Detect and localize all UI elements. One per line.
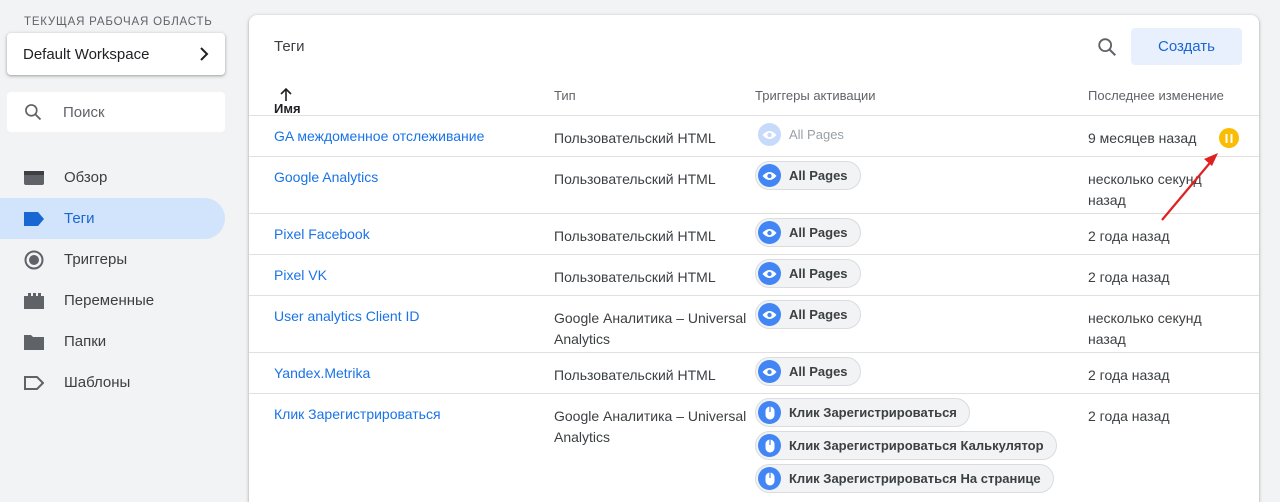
tag-type: Google Аналитика – Universal Analytics xyxy=(554,310,747,347)
trigger-chip-label: Клик Зарегистрироваться На странице xyxy=(789,471,1041,486)
table-row[interactable]: Клик Зарегистрироваться Google Аналитика… xyxy=(249,394,1259,502)
variables-icon xyxy=(24,291,44,311)
tag-name-link[interactable]: Клик Зарегистрироваться xyxy=(274,406,441,422)
tag-type: Google Аналитика – Universal Analytics xyxy=(554,408,747,445)
workspace-label: Текущая рабочая область xyxy=(24,16,213,28)
tag-type: Пользовательский HTML xyxy=(554,130,716,146)
trigger-chip-label: All Pages xyxy=(789,127,844,142)
eye-icon xyxy=(758,262,781,285)
modified-date: 2 года назад xyxy=(1088,367,1170,383)
table-row[interactable]: Yandex.Metrika Пользовательский HTML All… xyxy=(249,353,1259,394)
table-row[interactable]: GA междоменное отслеживание Пользователь… xyxy=(249,116,1259,157)
trigger-chip-label: Клик Зарегистрироваться Калькулятор xyxy=(789,438,1044,453)
sidebar-item-triggers[interactable]: Триггеры xyxy=(0,239,225,280)
sidebar-item-tags[interactable]: Теги xyxy=(0,198,225,239)
trigger-chip[interactable]: All Pages xyxy=(755,300,861,329)
modified-date: 2 года назад xyxy=(1088,269,1170,285)
sidebar-item-label: Обзор xyxy=(64,169,108,186)
sidebar-item-templates[interactable]: Шаблоны xyxy=(0,362,225,403)
eye-icon xyxy=(758,303,781,326)
tag-name-link[interactable]: Pixel VK xyxy=(274,267,327,283)
modified-date: несколько секунд назад xyxy=(1088,310,1202,347)
trigger-chip[interactable]: All Pages xyxy=(755,357,861,386)
sidebar-item-label: Теги xyxy=(64,210,95,227)
sidebar-item-folders[interactable]: Папки xyxy=(0,321,225,362)
modified-date: 2 года назад xyxy=(1088,228,1170,244)
sort-arrow-up-icon xyxy=(280,88,292,101)
trigger-chip[interactable]: Клик Зарегистрироваться На странице xyxy=(755,464,1054,493)
search-icon xyxy=(25,104,42,121)
chevron-right-icon xyxy=(200,47,209,61)
tag-icon xyxy=(24,209,44,229)
tag-type: Пользовательский HTML xyxy=(554,228,716,244)
trigger-chip-label: All Pages xyxy=(789,225,848,240)
tag-name-link[interactable]: Pixel Facebook xyxy=(274,226,370,242)
eye-icon xyxy=(758,221,781,244)
tag-type: Пользовательский HTML xyxy=(554,367,716,383)
trigger-chip[interactable]: Клик Зарегистрироваться xyxy=(755,398,970,427)
column-header-name[interactable]: Имя xyxy=(274,88,301,116)
trigger-chip-label: All Pages xyxy=(789,364,848,379)
sidebar-search[interactable] xyxy=(7,92,225,132)
tag-name-link[interactable]: GA междоменное отслеживание xyxy=(274,128,484,144)
eye-icon xyxy=(758,123,781,146)
table-row[interactable]: User analytics Client ID Google Аналитик… xyxy=(249,296,1259,353)
mouse-click-icon xyxy=(758,401,781,424)
sidebar-item-label: Триггеры xyxy=(64,251,128,268)
tags-card: Теги Создать Имя Тип Триггеры активации … xyxy=(249,15,1259,502)
overview-icon xyxy=(24,168,44,188)
tag-type: Пользовательский HTML xyxy=(554,269,716,285)
trigger-chip-label: All Pages xyxy=(789,168,848,183)
sidebar: Текущая рабочая область Default Workspac… xyxy=(0,0,236,502)
eye-icon xyxy=(758,164,781,187)
trigger-icon xyxy=(24,250,44,270)
tag-type: Пользовательский HTML xyxy=(554,171,716,187)
table-row[interactable]: Google Analytics Пользовательский HTML A… xyxy=(249,157,1259,214)
table-header: Имя Тип Триггеры активации Последнее изм… xyxy=(249,75,1259,116)
trigger-chip-label: Клик Зарегистрироваться xyxy=(789,405,957,420)
sidebar-item-label: Шаблоны xyxy=(64,374,131,391)
column-header-modified[interactable]: Последнее изменение xyxy=(1088,88,1224,103)
search-icon[interactable] xyxy=(1096,36,1118,58)
table-row[interactable]: Pixel Facebook Пользовательский HTML All… xyxy=(249,214,1259,255)
tag-name-link[interactable]: Google Analytics xyxy=(274,169,378,185)
sidebar-item-overview[interactable]: Обзор xyxy=(0,157,225,198)
sidebar-nav: Обзор Теги Триггеры Переменные Папки Шаб… xyxy=(0,157,225,403)
column-header-type[interactable]: Тип xyxy=(554,88,576,103)
sidebar-item-variables[interactable]: Переменные xyxy=(0,280,225,321)
sidebar-item-label: Папки xyxy=(64,333,107,350)
template-icon xyxy=(24,373,44,393)
tag-name-link[interactable]: Yandex.Metrika xyxy=(274,365,370,381)
page-title: Теги xyxy=(274,38,305,55)
modified-date: 9 месяцев назад xyxy=(1088,130,1197,146)
column-header-triggers[interactable]: Триггеры активации xyxy=(755,88,876,103)
trigger-chip[interactable]: All Pages xyxy=(755,259,861,288)
workspace-selector[interactable]: Default Workspace xyxy=(7,33,225,75)
eye-icon xyxy=(758,360,781,383)
trigger-chip[interactable]: All Pages xyxy=(755,161,861,190)
mouse-click-icon xyxy=(758,467,781,490)
tag-name-link[interactable]: User analytics Client ID xyxy=(274,308,420,324)
pause-icon[interactable] xyxy=(1219,128,1239,148)
trigger-chip[interactable]: All Pages xyxy=(755,120,857,149)
trigger-chip[interactable]: Клик Зарегистрироваться Калькулятор xyxy=(755,431,1057,460)
trigger-chip-label: All Pages xyxy=(789,307,848,322)
modified-date: несколько секунд назад xyxy=(1088,171,1202,208)
folder-icon xyxy=(24,332,44,352)
workspace-name: Default Workspace xyxy=(23,45,150,63)
search-input[interactable] xyxy=(63,103,203,121)
sidebar-item-label: Переменные xyxy=(64,292,155,309)
trigger-chip[interactable]: All Pages xyxy=(755,218,861,247)
mouse-click-icon xyxy=(758,434,781,457)
modified-date: 2 года назад xyxy=(1088,408,1170,424)
create-button[interactable]: Создать xyxy=(1131,28,1242,65)
trigger-chip-label: All Pages xyxy=(789,266,848,281)
column-header-name-label: Имя xyxy=(274,101,301,116)
table-row[interactable]: Pixel VK Пользовательский HTML All Pages… xyxy=(249,255,1259,296)
